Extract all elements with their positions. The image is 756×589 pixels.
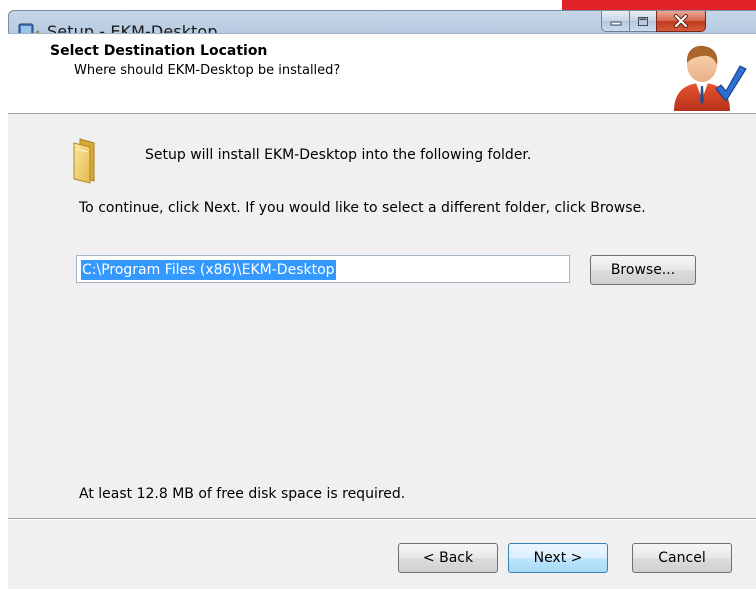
- destination-path-input[interactable]: C:\Program Files (x86)\EKM-Desktop: [76, 255, 570, 283]
- disk-space-text: At least 12.8 MB of free disk space is r…: [79, 486, 406, 502]
- page-subtitle: Where should EKM-Desktop be installed?: [74, 63, 341, 78]
- close-button[interactable]: [656, 11, 706, 32]
- user-checkmark-icon: [674, 45, 747, 111]
- next-button[interactable]: Next >: [508, 543, 608, 573]
- destination-path-value: C:\Program Files (x86)\EKM-Desktop: [81, 260, 336, 280]
- back-button[interactable]: < Back: [398, 543, 498, 573]
- page-title: Select Destination Location: [50, 43, 268, 59]
- maximize-button[interactable]: [629, 11, 657, 32]
- minimize-icon: [610, 21, 621, 26]
- wizard-client-area: Select Destination Location Where should…: [8, 33, 756, 589]
- caption-buttons: [601, 11, 756, 33]
- close-icon: [674, 14, 688, 28]
- folder-icon: [73, 138, 95, 184]
- browse-button[interactable]: Browse...: [590, 255, 696, 285]
- instruction-text: To continue, click Next. If you would li…: [79, 200, 646, 216]
- minimize-button[interactable]: [601, 11, 630, 32]
- screen: Setup - EKM-Desktop Select Destination L…: [0, 0, 756, 589]
- wizard-header: Select Destination Location Where should…: [8, 34, 756, 114]
- maximize-icon: [638, 16, 648, 26]
- cancel-button[interactable]: Cancel: [632, 543, 732, 573]
- footer-divider: [8, 518, 756, 520]
- corner-accent: [562, 0, 756, 10]
- install-message: Setup will install EKM-Desktop into the …: [145, 147, 532, 163]
